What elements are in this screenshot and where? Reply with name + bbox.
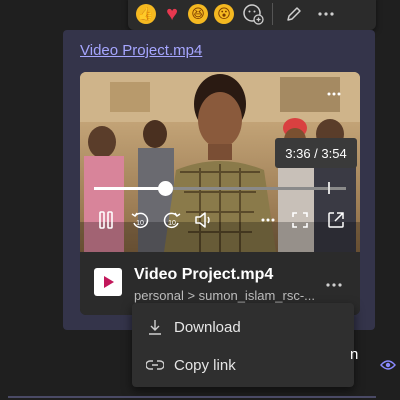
video-card: 3:36 / 3:54 10 10 Video Project.mp4 pers… (80, 72, 360, 315)
buffer-marker (328, 182, 331, 194)
file-link[interactable]: Video Project.mp4 (80, 42, 202, 59)
time-tooltip: 3:36 / 3:54 (275, 138, 357, 168)
video-more-icon[interactable] (324, 88, 344, 100)
add-reaction-icon[interactable] (242, 3, 264, 25)
divider-line (8, 396, 376, 398)
context-menu: Download Copy link (132, 303, 354, 387)
svg-text:10: 10 (168, 220, 176, 227)
fullscreen-icon[interactable] (290, 210, 310, 230)
reaction-bar: 👍 ♥ 😆 😮 (128, 0, 376, 30)
pause-icon[interactable] (96, 210, 116, 230)
more-options-icon[interactable] (315, 3, 337, 25)
more-controls-icon[interactable] (258, 210, 278, 230)
link-icon (146, 356, 164, 374)
video-file-icon (94, 268, 122, 296)
edit-icon[interactable] (283, 3, 305, 25)
open-external-icon[interactable] (326, 210, 346, 230)
file-path: personal > sumon_islam_rsc-... (134, 288, 315, 303)
progress-fill (94, 187, 165, 190)
heart-reaction-icon[interactable]: ♥ (162, 3, 182, 25)
menu-item-label: Download (174, 318, 241, 336)
progress-thumb[interactable] (157, 181, 173, 196)
menu-item-label: Copy link (174, 356, 236, 374)
video-player[interactable]: 3:36 / 3:54 10 10 (80, 72, 360, 252)
divider (272, 3, 273, 25)
surprised-reaction-icon[interactable]: 😮 (214, 4, 234, 24)
volume-icon[interactable] (194, 210, 214, 230)
laugh-reaction-icon[interactable]: 😆 (188, 4, 208, 24)
seen-icon (380, 358, 396, 376)
svg-text:10: 10 (136, 220, 144, 227)
progress-bar[interactable] (94, 181, 346, 196)
download-icon (146, 318, 164, 336)
rewind-10-icon[interactable]: 10 (130, 210, 150, 230)
file-more-icon[interactable] (326, 274, 342, 290)
menu-item-download[interactable]: Download (132, 308, 354, 346)
like-reaction-icon[interactable]: 👍 (136, 4, 156, 24)
menu-item-copy-link[interactable]: Copy link (132, 346, 354, 384)
cut-off-text: n (350, 346, 359, 363)
forward-10-icon[interactable]: 10 (162, 210, 182, 230)
file-name: Video Project.mp4 (134, 266, 274, 283)
